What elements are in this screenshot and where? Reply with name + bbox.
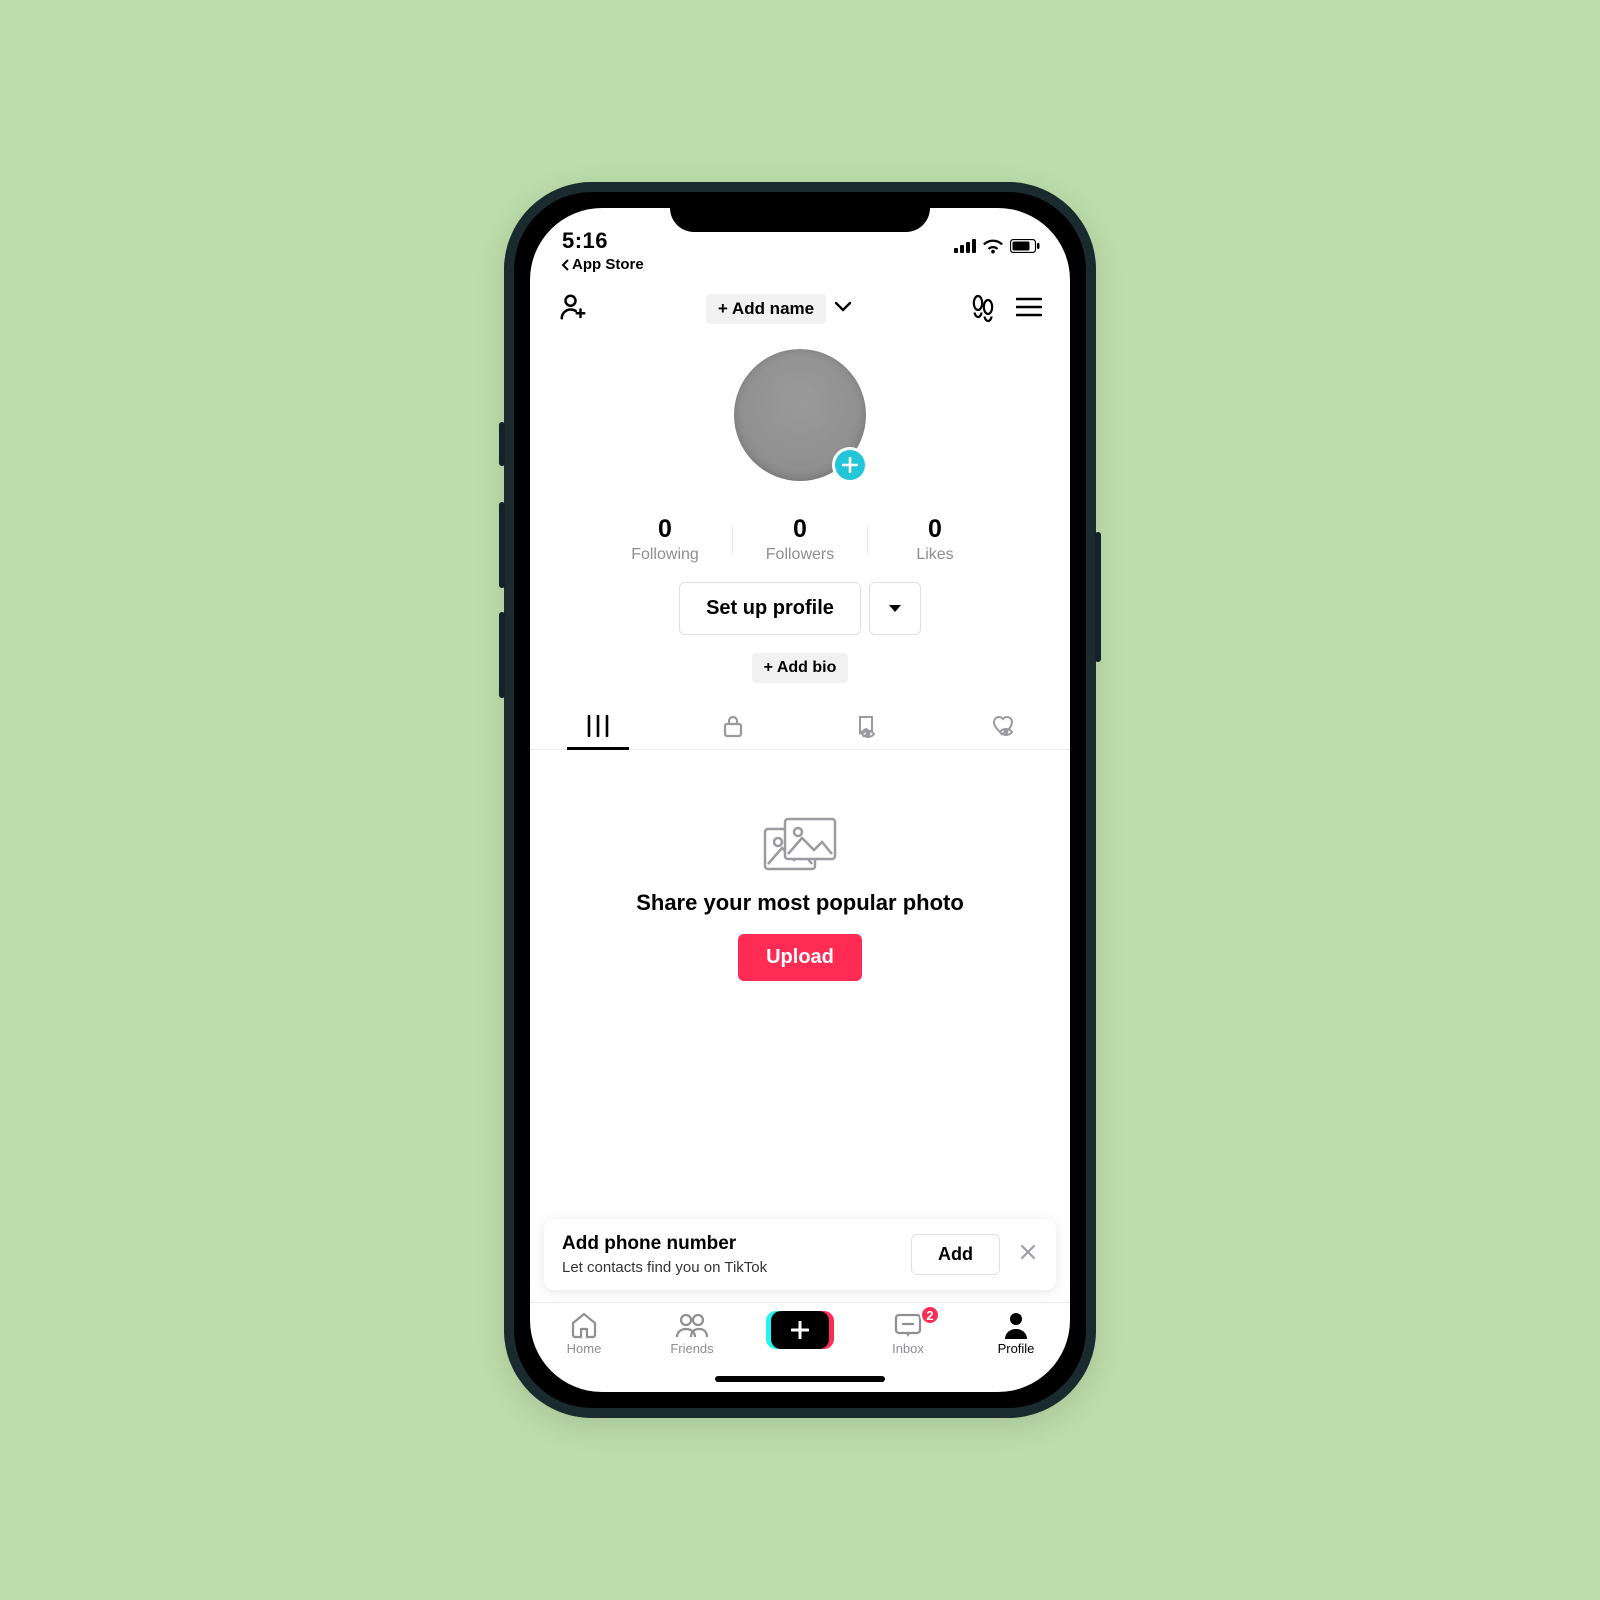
avatar-add-badge[interactable] [832,447,868,483]
add-phone-banner: Add phone number Let contacts find you o… [544,1219,1056,1290]
status-indicators [954,238,1040,254]
nav-create[interactable] [746,1311,854,1349]
phone-side-button [499,422,505,466]
setup-profile-button[interactable]: Set up profile [679,582,861,635]
banner-add-button[interactable]: Add [911,1234,1000,1275]
stat-label: Likes [870,546,1000,564]
home-icon [569,1311,599,1339]
inbox-badge: 2 [920,1305,940,1325]
upload-button[interactable]: Upload [738,934,862,981]
nav-friends[interactable]: Friends [638,1311,746,1356]
setup-profile-dropdown[interactable] [869,582,921,635]
stat-likes[interactable]: 0 Likes [870,515,1000,564]
plus-icon [842,457,858,473]
empty-title: Share your most popular photo [636,890,964,916]
menu-button[interactable] [1016,297,1042,322]
nav-label: Friends [670,1341,713,1356]
feed-icon [586,715,610,737]
bookmark-hidden-icon [855,714,881,738]
stat-count: 0 [735,515,865,544]
nav-home[interactable]: Home [530,1311,638,1356]
hamburger-icon [1016,297,1042,317]
stat-following[interactable]: 0 Following [600,515,730,564]
phone-frame: 5:16 App Store + Add name [504,182,1096,1418]
chevron-down-icon[interactable] [834,300,852,318]
add-user-button[interactable] [558,292,588,327]
nav-inbox[interactable]: 2 Inbox [854,1311,962,1356]
lock-icon [722,714,744,738]
back-to-appstore[interactable]: App Store [530,256,1070,273]
inbox-icon [893,1311,923,1339]
friends-icon [675,1311,709,1339]
screen: 5:16 App Store + Add name [530,208,1070,1392]
tab-saved[interactable] [800,703,935,749]
phone-side-button [499,612,505,698]
nav-profile[interactable]: Profile [962,1311,1070,1356]
stat-count: 0 [870,515,1000,544]
battery-icon [1010,239,1040,253]
banner-close-button[interactable] [1014,1238,1042,1271]
stat-count: 0 [600,515,730,544]
phone-notch [670,192,930,232]
divider [732,526,733,554]
user-plus-icon [558,292,588,322]
profile-stats: 0 Following 0 Followers 0 Likes [530,515,1070,564]
close-icon [1020,1244,1036,1260]
add-bio-button[interactable]: + Add bio [752,653,849,683]
add-name-button[interactable]: + Add name [706,294,826,324]
chevron-left-icon [560,259,570,271]
divider [867,526,868,554]
stat-followers[interactable]: 0 Followers [735,515,865,564]
status-time: 5:16 [562,228,608,254]
home-indicator[interactable] [715,1376,885,1382]
wifi-icon [982,238,1004,254]
stat-label: Following [600,546,730,564]
plus-icon [791,1321,809,1339]
phone-side-button [499,502,505,588]
photos-icon [762,816,838,874]
tab-liked[interactable] [935,703,1070,749]
banner-subtitle: Let contacts find you on TikTok [562,1259,767,1276]
nav-label: Home [567,1341,602,1356]
nav-label: Profile [998,1341,1035,1356]
add-name-label: + Add name [718,299,814,319]
heart-hidden-icon [989,714,1017,738]
tab-feed[interactable] [530,703,665,749]
nav-label: Inbox [892,1341,924,1356]
banner-title: Add phone number [562,1233,767,1255]
caret-down-icon [888,604,902,614]
profile-tabs [530,703,1070,750]
breadcrumb-label: App Store [572,256,644,273]
cell-signal-icon [954,239,976,253]
tab-locked[interactable] [665,703,800,749]
profile-icon [1003,1311,1029,1339]
empty-state: Share your most popular photo Upload [530,750,1070,1219]
app-header: + Add name [530,287,1070,331]
footsteps-icon[interactable] [970,294,996,324]
avatar[interactable] [734,349,866,481]
create-button[interactable] [771,1311,829,1349]
stat-label: Followers [735,546,865,564]
phone-side-button [1095,532,1101,662]
